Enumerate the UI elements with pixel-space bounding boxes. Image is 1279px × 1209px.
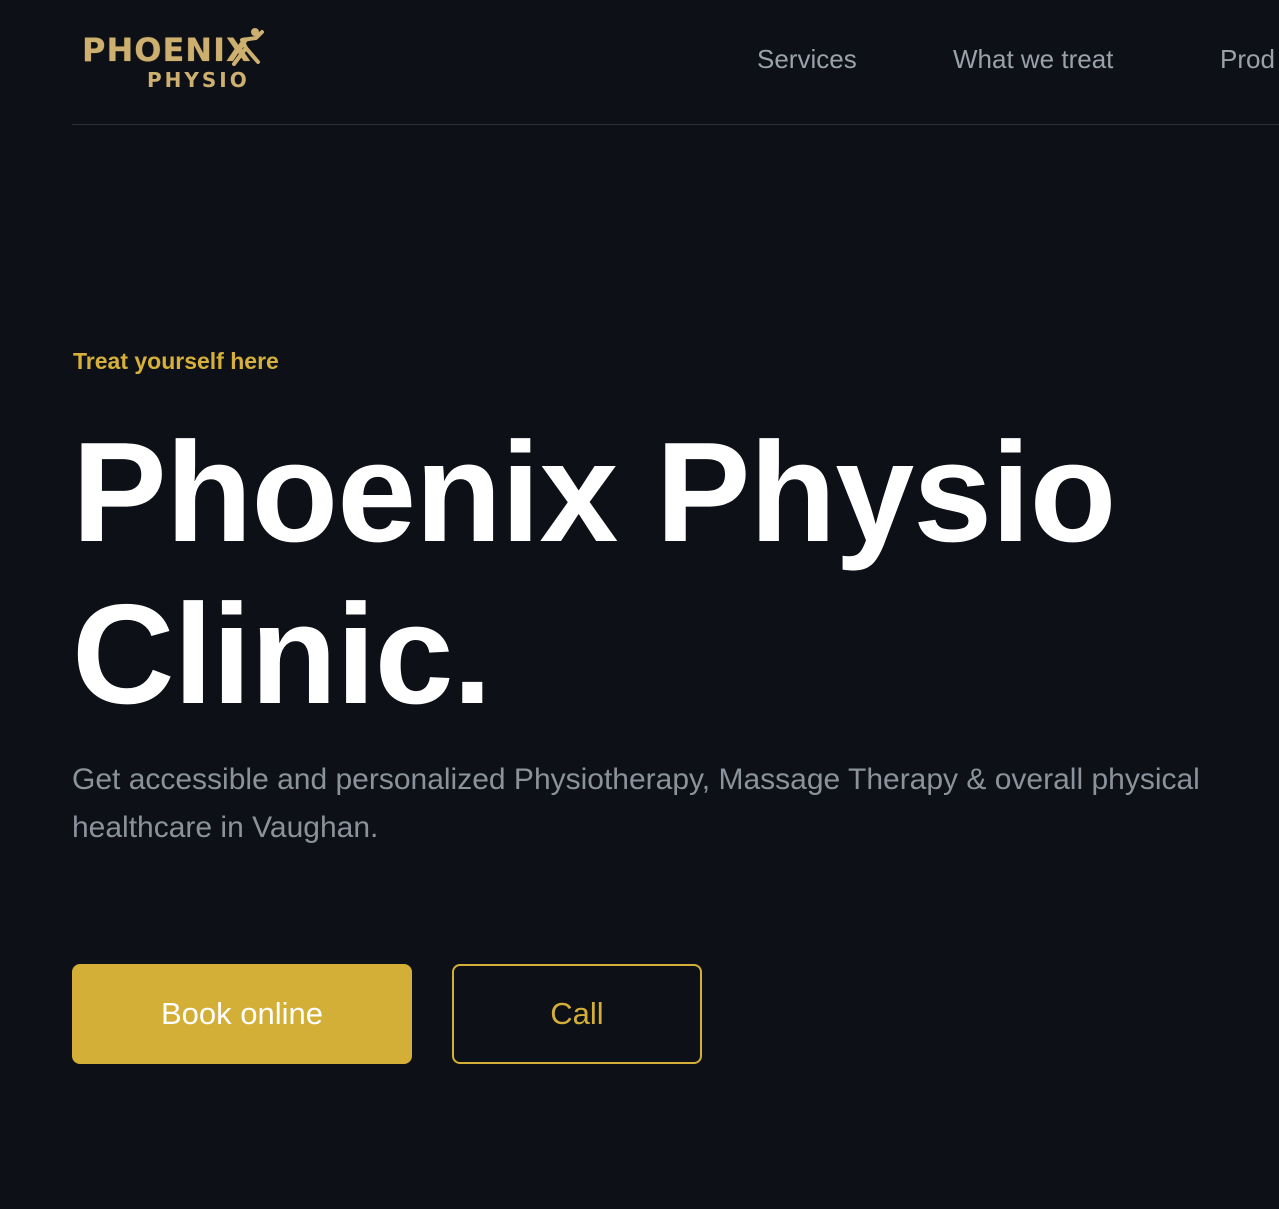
call-button[interactable]: Call xyxy=(452,964,702,1064)
site-header: PHOENIX PHYSIO Services What we treat Pr… xyxy=(72,0,1279,125)
nav-link-products[interactable]: Prod xyxy=(1220,42,1275,76)
hero-eyebrow: Treat yourself here xyxy=(73,348,279,374)
logo-wordmark-bottom: PHYSIO xyxy=(147,68,250,92)
book-online-button[interactable]: Book online xyxy=(72,964,412,1064)
hero-title: Phoenix Physio Clinic. xyxy=(72,413,1116,734)
hero-subtitle: Get accessible and personalized Physioth… xyxy=(72,763,1200,844)
logo-wordmark-top: PHOENIX xyxy=(82,31,252,69)
nav-link-services[interactable]: Services xyxy=(757,42,857,76)
running-figure-icon xyxy=(232,28,264,66)
phoenix-physio-logo[interactable]: PHOENIX PHYSIO xyxy=(82,26,264,96)
nav-link-what-we-treat[interactable]: What we treat xyxy=(953,42,1113,76)
